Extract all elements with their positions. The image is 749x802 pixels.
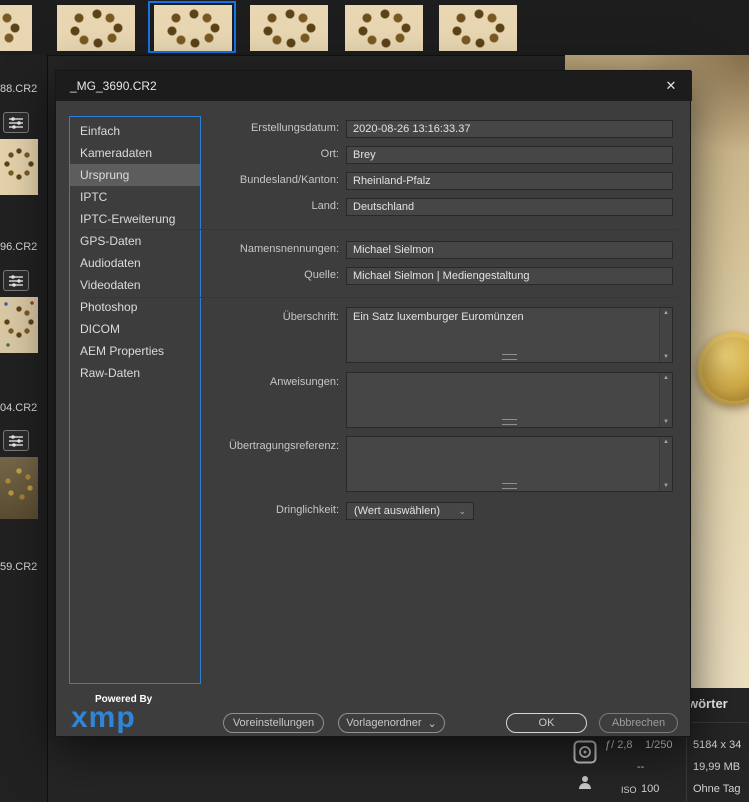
close-icon[interactable]: ✕ (660, 75, 682, 97)
state-input[interactable] (346, 172, 673, 190)
resize-grip-icon[interactable] (501, 483, 517, 489)
dialog-title: _MG_3690.CR2 (70, 79, 157, 93)
transmission-label: Übertragungsreferenz: (228, 440, 339, 452)
templates-folder-label: Vorlagenordner (346, 717, 422, 729)
location-label: Ort: (320, 148, 339, 160)
adjustment-badge-icon (3, 112, 29, 133)
headline-field: Ein Satz luxemburger Euromünzen ▲ ▼ (346, 307, 673, 363)
country-input[interactable] (346, 198, 673, 216)
chevron-down-icon: ⌄ (458, 505, 466, 516)
scrollbar[interactable]: ▲ ▼ (659, 308, 672, 362)
country-label: Land: (311, 200, 339, 212)
file-label: 96.CR2 (0, 241, 38, 253)
dialog-titlebar: _MG_3690.CR2 ✕ (56, 71, 692, 101)
presets-button[interactable]: Voreinstellungen (223, 713, 324, 733)
divider (86, 229, 678, 230)
thumbnail[interactable] (0, 297, 38, 353)
shutter-value: 1/250 (645, 739, 673, 751)
headline-label: Überschrift: (282, 311, 339, 323)
cancel-button[interactable]: Abbrechen (599, 713, 678, 733)
file-label: 88.CR2 (0, 83, 38, 95)
file-label: 59.CR2 (0, 561, 38, 573)
thumbnail[interactable] (57, 5, 135, 51)
person-icon (577, 774, 593, 795)
scroll-down-icon[interactable]: ▼ (663, 483, 669, 489)
scrollbar[interactable]: ▲ ▼ (659, 437, 672, 491)
filesize-value: 19,99 MB (693, 761, 741, 773)
creation-date-label: Erstellungsdatum: (250, 122, 339, 134)
coin-photo (697, 332, 749, 406)
thumbnail[interactable] (0, 457, 38, 519)
creation-date-input[interactable] (346, 120, 673, 138)
adjustment-badge-icon (3, 430, 29, 451)
aperture-value: ƒ/ 2,8 (605, 739, 633, 751)
scroll-up-icon[interactable]: ▲ (663, 375, 669, 381)
adjustment-badge-icon (3, 270, 29, 291)
templates-folder-button[interactable]: Vorlagenordner ⌄ (338, 713, 445, 733)
urgency-value: (Wert auswählen) (354, 505, 440, 517)
source-label: Quelle: (304, 269, 339, 281)
thumbnail[interactable] (345, 5, 423, 51)
instructions-field: ▲ ▼ (346, 372, 673, 428)
ok-button[interactable]: OK (506, 713, 587, 733)
exposure-dash: -- (637, 761, 645, 773)
source-input[interactable] (346, 267, 673, 285)
thumbnail[interactable] (0, 5, 32, 51)
credit-input[interactable] (346, 241, 673, 259)
scroll-down-icon[interactable]: ▼ (663, 354, 669, 360)
location-input[interactable] (346, 146, 673, 164)
thumbnail[interactable] (0, 139, 38, 195)
iso-value: 100 (641, 783, 660, 795)
file-label: 04.CR2 (0, 402, 38, 414)
urgency-dropdown[interactable]: (Wert auswählen) ⌄ (346, 502, 474, 520)
xmp-logo: Powered By xmp (71, 694, 152, 734)
scrollbar[interactable]: ▲ ▼ (659, 373, 672, 427)
filmstrip-column: 88.CR2 96.CR2 04.CR2 59.CR2 (0, 55, 48, 802)
divider (86, 297, 678, 298)
thumbnail[interactable] (439, 5, 517, 51)
keywords-header: wörter (688, 696, 728, 711)
thumbnail-strip (0, 0, 749, 56)
scroll-up-icon[interactable]: ▲ (663, 439, 669, 445)
chevron-down-icon: ⌄ (427, 717, 437, 730)
xmp-logo-text: xmp (71, 701, 136, 734)
file-info-dialog: _MG_3690.CR2 ✕ Einfach Kameradaten Urspr… (55, 70, 692, 737)
tags-value: Ohne Tag (693, 783, 741, 795)
dimensions-value: 5184 x 34 (693, 739, 742, 751)
camera-settings-icon (573, 740, 597, 769)
instructions-label: Anweisungen: (269, 376, 339, 388)
transmission-field: ▲ ▼ (346, 436, 673, 492)
thumbnail-selected[interactable] (154, 5, 232, 51)
resize-grip-icon[interactable] (501, 354, 517, 360)
resize-grip-icon[interactable] (501, 419, 517, 425)
iso-label: ISO (621, 785, 637, 795)
urgency-label: Dringlichkeit: (276, 504, 339, 516)
scroll-up-icon[interactable]: ▲ (663, 310, 669, 316)
credit-label: Namensnennungen: (239, 243, 339, 255)
thumbnail[interactable] (250, 5, 328, 51)
scroll-down-icon[interactable]: ▼ (663, 419, 669, 425)
state-label: Bundesland/Kanton: (239, 174, 339, 186)
